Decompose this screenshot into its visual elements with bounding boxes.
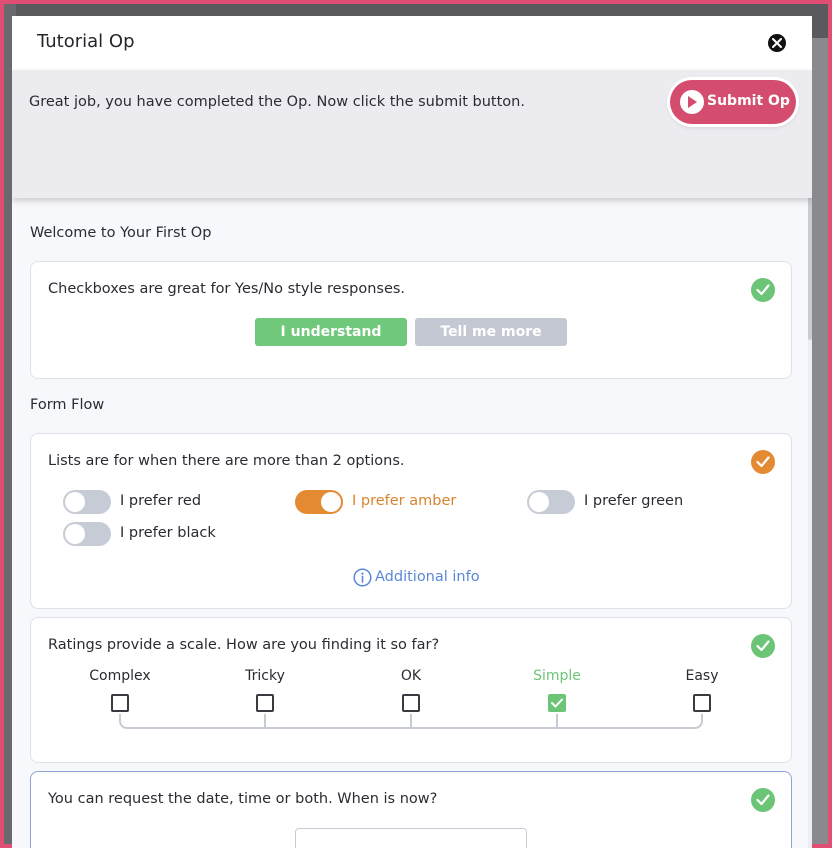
toggle-switch[interactable] — [63, 490, 111, 514]
rating-label: OK — [400, 668, 422, 684]
check-circle-icon — [751, 450, 775, 474]
option-label: I prefer amber — [352, 493, 457, 509]
rating-question-card: Ratings provide a scale. How are you fin… — [30, 617, 792, 763]
option-label: I prefer black — [120, 525, 216, 541]
date-question: You can request the date, time or both. … — [48, 791, 438, 807]
rating-option-tricky[interactable]: Tricky — [225, 668, 305, 712]
date-time-input[interactable] — [295, 828, 527, 848]
date-question-card: You can request the date, time or both. … — [30, 771, 792, 848]
close-button[interactable] — [768, 34, 786, 52]
toggle-switch[interactable] — [295, 490, 343, 514]
welcome-section-title: Welcome to Your First Op — [30, 225, 212, 241]
rating-option-simple[interactable]: Simple — [517, 668, 597, 712]
list-question-card: Lists are for when there are more than 2… — [30, 433, 792, 609]
rating-option-easy[interactable]: Easy — [662, 668, 742, 712]
check-icon — [551, 698, 563, 708]
rating-checkbox[interactable] — [693, 694, 711, 712]
rating-scale-tick — [410, 714, 412, 728]
option-label: I prefer green — [584, 493, 684, 509]
submit-op-label: Submit Op — [707, 93, 790, 109]
list-question: Lists are for when there are more than 2… — [48, 453, 405, 469]
rating-label: Simple — [533, 668, 581, 684]
modal-title: Tutorial Op — [37, 31, 135, 52]
rating-option-complex[interactable]: Complex — [80, 668, 160, 712]
rating-checkbox[interactable] — [111, 694, 129, 712]
info-icon — [353, 568, 372, 587]
i-understand-button[interactable]: I understand — [255, 318, 407, 346]
tell-me-more-button[interactable]: Tell me more — [415, 318, 567, 346]
check-circle-icon — [751, 788, 775, 812]
toggle-switch[interactable] — [527, 490, 575, 514]
modal-header: Tutorial Op — [12, 16, 812, 70]
check-circle-icon — [751, 278, 775, 302]
checkbox-question-card: Checkboxes are great for Yes/No style re… — [30, 261, 792, 379]
rating-checkbox[interactable] — [256, 694, 274, 712]
background-scroll-area — [812, 38, 828, 844]
close-icon — [772, 38, 782, 48]
play-icon — [680, 90, 704, 114]
option-label: I prefer red — [120, 493, 202, 509]
checkbox-question: Checkboxes are great for Yes/No style re… — [48, 281, 406, 297]
additional-info-label: Additional info — [375, 569, 480, 585]
rating-option-ok[interactable]: OK — [371, 668, 451, 712]
submit-op-button[interactable]: Submit Op — [670, 80, 796, 124]
rating-checkbox[interactable] — [548, 694, 566, 712]
rating-scale-tick — [264, 714, 266, 728]
tutorial-modal: Tutorial Op Great job, you have complete… — [12, 16, 812, 848]
completion-banner: Great job, you have completed the Op. No… — [12, 70, 812, 198]
rating-label: Easy — [685, 668, 719, 684]
rating-label: Tricky — [245, 668, 285, 684]
rating-label: Complex — [89, 668, 151, 684]
banner-message: Great job, you have completed the Op. No… — [29, 94, 525, 110]
form-flow-section-title: Form Flow — [30, 397, 105, 413]
toggle-switch[interactable] — [63, 522, 111, 546]
rating-scale-tick — [556, 714, 558, 728]
rating-question: Ratings provide a scale. How are you fin… — [48, 637, 440, 653]
check-circle-icon — [751, 634, 775, 658]
rating-checkbox[interactable] — [402, 694, 420, 712]
